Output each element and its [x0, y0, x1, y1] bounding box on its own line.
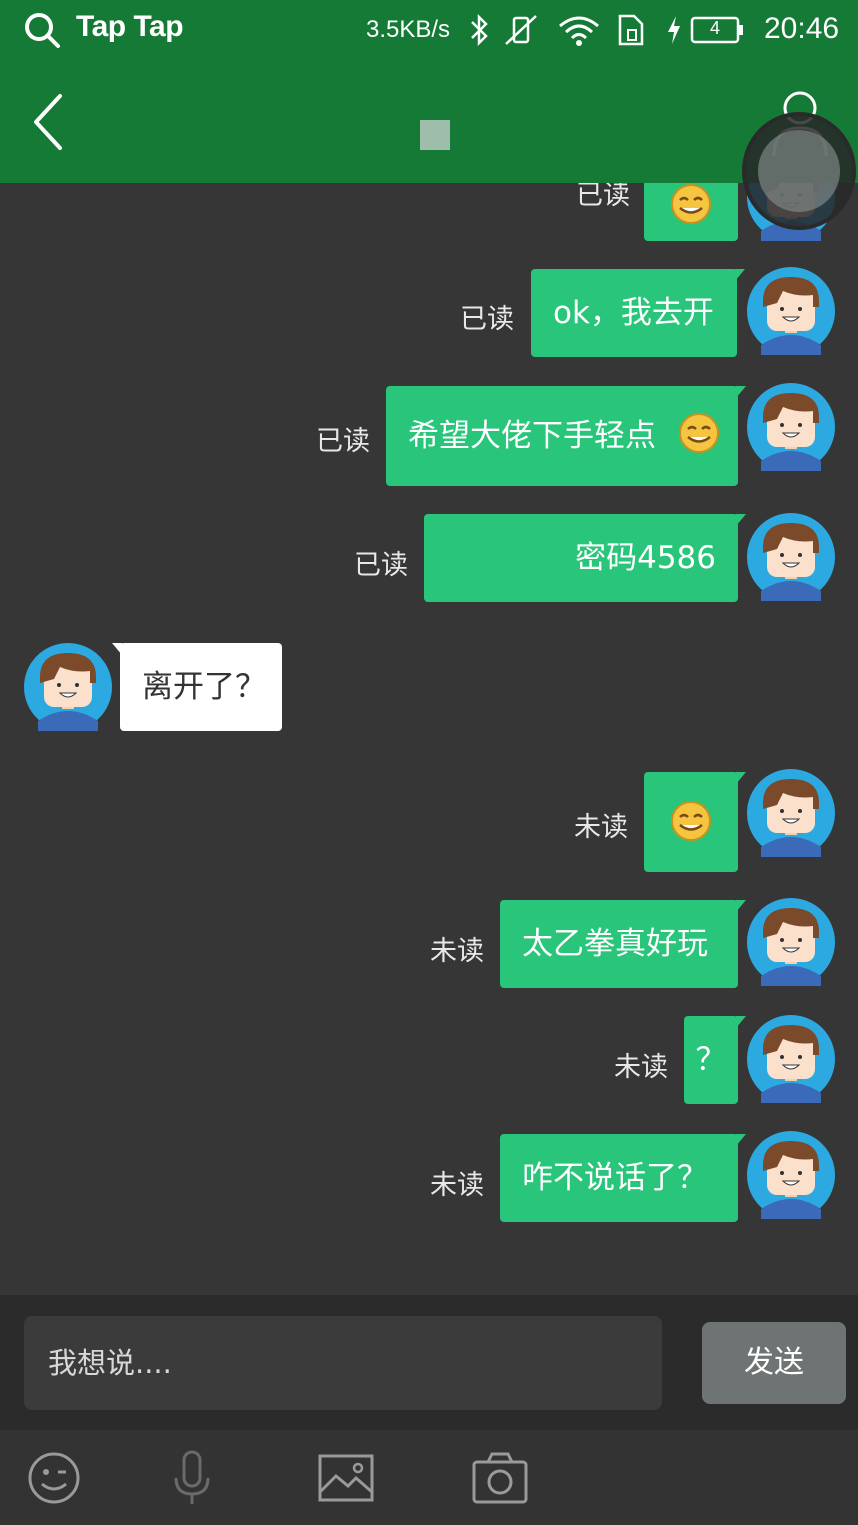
floating-ball-inner	[758, 130, 840, 212]
status-bar: Tap Tap 3.5KB/s 4 20:46	[0, 0, 858, 60]
avatar[interactable]	[747, 383, 835, 471]
bluetooth-icon	[471, 13, 488, 47]
message-bubble[interactable]: 离开了？	[112, 643, 282, 731]
message-input[interactable]: 我想说....	[24, 1316, 662, 1410]
camera-icon[interactable]	[470, 1450, 530, 1506]
microphone-icon[interactable]	[162, 1450, 222, 1506]
network-speed: 3.5KB/s	[366, 16, 451, 43]
read-status: 已读	[460, 304, 514, 335]
message-text: 密码4586	[575, 540, 716, 576]
read-status: 已读	[316, 426, 370, 457]
app-header: Tap Tap 3.5KB/s 4 20:46	[0, 0, 858, 183]
send-button[interactable]: 发送	[702, 1322, 846, 1404]
battery-indicator: 4	[690, 16, 744, 44]
avatar[interactable]	[747, 769, 835, 857]
battery-level: 4	[709, 18, 720, 38]
image-icon[interactable]	[316, 1450, 376, 1506]
message-bubble[interactable]	[644, 772, 746, 872]
avatar[interactable]	[747, 513, 835, 601]
message-bubble[interactable]: 咋不说话了？	[500, 1134, 746, 1222]
vibrate-off-icon	[505, 15, 537, 45]
message-text: 离开了？	[142, 669, 266, 705]
message-text: 咋不说话了？	[522, 1160, 708, 1196]
message-bubble[interactable]: ok，我去开	[531, 269, 745, 357]
emoji-icon[interactable]	[24, 1450, 84, 1506]
read-status: 未读	[574, 812, 628, 843]
composer-bar: 我想说.... 发送	[0, 1295, 858, 1430]
avatar[interactable]	[747, 267, 835, 355]
message-bubble[interactable]: ？	[684, 1016, 746, 1104]
smile-emoji-icon	[670, 800, 712, 842]
read-status: 未读	[614, 1052, 668, 1083]
clock: 20:46	[764, 12, 840, 45]
wifi-icon	[559, 16, 599, 46]
avatar[interactable]	[747, 1015, 835, 1103]
avatar[interactable]	[747, 898, 835, 986]
message-bubble[interactable]: 太乙拳真好玩	[500, 900, 746, 988]
message-bubble[interactable]: 密码4586	[424, 514, 746, 602]
message-bubble[interactable]	[644, 183, 738, 241]
smile-emoji-icon	[678, 412, 720, 454]
chat-messages[interactable]: 已读 已读 ok，我去开 已读 希望大佬下手轻点 已读 密码4586 离开了？ …	[0, 183, 858, 1295]
search-icon[interactable]	[22, 10, 62, 50]
avatar[interactable]	[747, 1131, 835, 1219]
read-status: 已读	[354, 550, 408, 581]
read-status: 已读	[576, 183, 630, 211]
message-text: ？	[695, 1042, 727, 1078]
smile-emoji-icon	[670, 183, 712, 225]
message-bubble[interactable]: 希望大佬下手轻点	[386, 386, 746, 486]
read-status: 未读	[430, 1170, 484, 1201]
message-text: 太乙拳真好玩	[522, 926, 708, 962]
message-text: ok，我去开	[553, 295, 714, 331]
sim-icon	[618, 14, 644, 46]
message-text: 希望大佬下手轻点	[408, 418, 656, 454]
read-status: 未读	[430, 936, 484, 967]
brand-label: Tap Tap	[76, 10, 184, 43]
chat-title-redacted	[420, 120, 450, 150]
avatar[interactable]	[24, 643, 112, 731]
charging-icon	[668, 16, 680, 44]
back-button[interactable]	[30, 90, 70, 154]
floating-assistant-ball[interactable]	[742, 112, 856, 230]
attachment-toolbar	[0, 1430, 858, 1525]
